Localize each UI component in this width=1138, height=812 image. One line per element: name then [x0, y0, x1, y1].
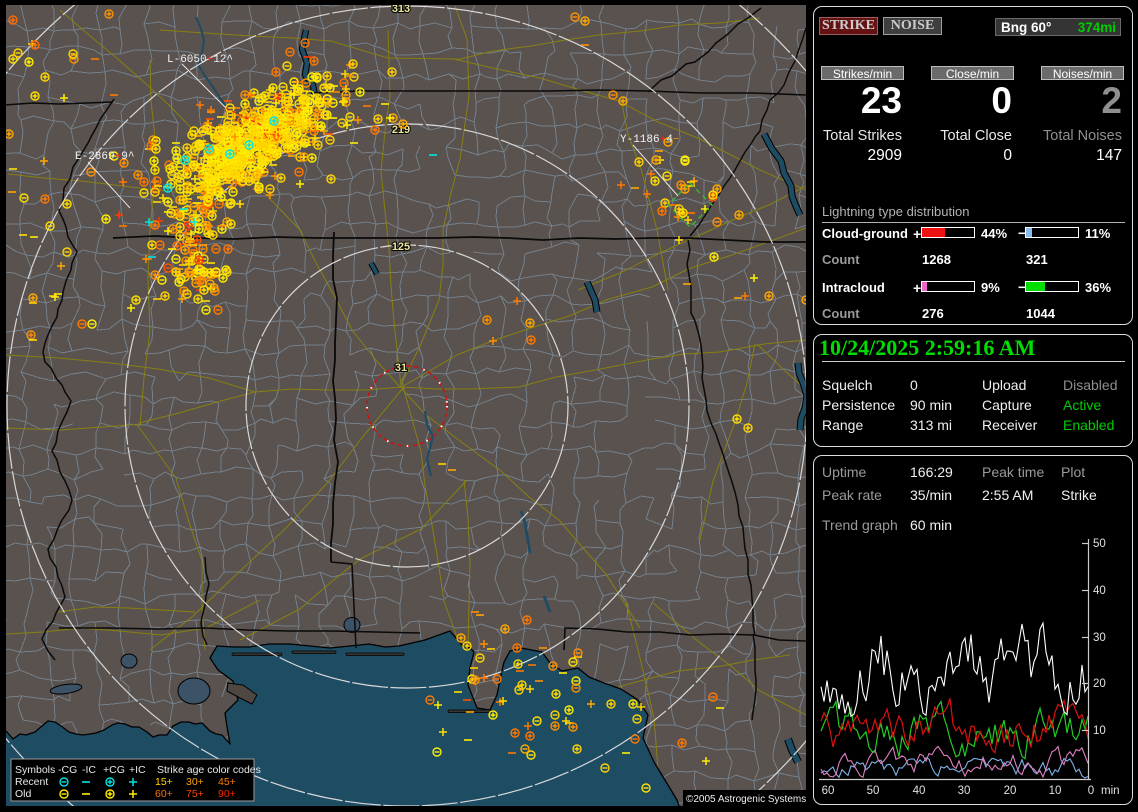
- svg-text:40: 40: [1093, 585, 1106, 597]
- svg-text:31: 31: [395, 362, 407, 374]
- svg-text:min: min: [1101, 785, 1120, 797]
- svg-text:40: 40: [913, 785, 926, 797]
- svg-text:30+: 30+: [186, 776, 204, 788]
- svg-text:Strike age color codes: Strike age color codes: [157, 764, 261, 776]
- svg-text:219: 219: [392, 124, 410, 136]
- svg-text:50: 50: [867, 785, 880, 797]
- svg-text:313: 313: [392, 5, 410, 15]
- svg-text:0: 0: [1088, 785, 1094, 797]
- svg-text:90+: 90+: [218, 788, 236, 800]
- svg-text:20: 20: [1004, 785, 1017, 797]
- svg-text:+CG: +CG: [103, 764, 125, 776]
- svg-text:+IC: +IC: [129, 764, 146, 776]
- svg-text:45+: 45+: [218, 776, 236, 788]
- svg-text:125: 125: [392, 241, 410, 253]
- svg-text:E-2869+9^: E-2869+9^: [75, 151, 134, 163]
- svg-text:©2005 Astrogenic Systems: ©2005 Astrogenic Systems: [686, 794, 806, 805]
- svg-text:-CG: -CG: [58, 764, 77, 776]
- svg-text:20: 20: [1093, 678, 1106, 690]
- svg-text:Y-1186+4−: Y-1186+4−: [620, 134, 679, 146]
- svg-text:Recent: Recent: [15, 776, 48, 788]
- svg-text:Symbols: Symbols: [15, 764, 55, 776]
- svg-text:Old: Old: [15, 788, 32, 800]
- svg-text:60+: 60+: [155, 788, 173, 800]
- svg-text:60: 60: [822, 785, 835, 797]
- svg-text:30: 30: [1093, 632, 1106, 644]
- svg-text:75+: 75+: [186, 788, 204, 800]
- svg-text:10: 10: [1049, 785, 1062, 797]
- svg-text:10: 10: [1093, 725, 1106, 737]
- svg-text:50: 50: [1093, 538, 1106, 550]
- svg-text:30: 30: [958, 785, 971, 797]
- svg-text:L-6050+12^: L-6050+12^: [167, 54, 233, 66]
- svg-text:15+: 15+: [155, 776, 173, 788]
- svg-text:-IC: -IC: [82, 764, 96, 776]
